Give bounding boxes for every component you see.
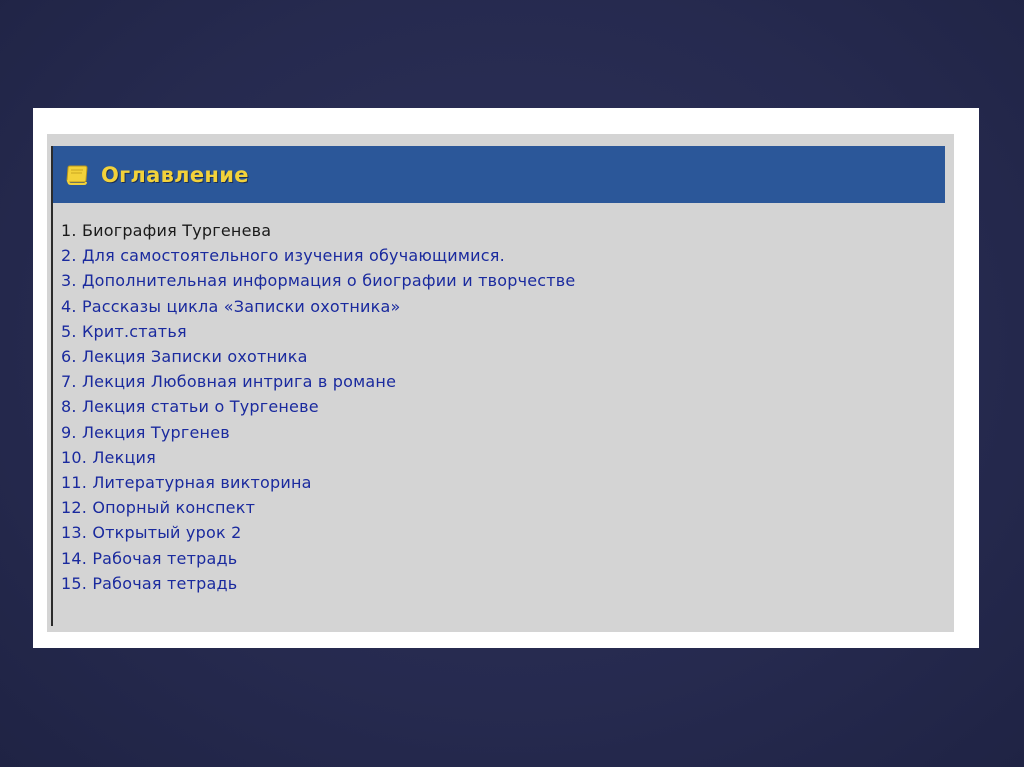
toc-item-2[interactable]: 2. Для самостоятельного изучения обучающ… [61, 243, 575, 268]
toc-title: Оглавление [101, 162, 249, 187]
toc-item-5[interactable]: 5. Крит.статья [61, 319, 575, 344]
toc-header: Оглавление [53, 146, 945, 203]
toc-item-6[interactable]: 6. Лекция Записки охотника [61, 344, 575, 369]
toc-item-9[interactable]: 9. Лекция Тургенев [61, 420, 575, 445]
toc-panel: Оглавление 1. Биография Тургенева 2. Для… [47, 134, 954, 632]
toc-item-14[interactable]: 14. Рабочая тетрадь [61, 546, 575, 571]
toc-item-8[interactable]: 8. Лекция статьи о Тургеневе [61, 394, 575, 419]
toc-item-15[interactable]: 15. Рабочая тетрадь [61, 571, 575, 596]
toc-item-12[interactable]: 12. Опорный конспект [61, 495, 575, 520]
toc-item-13[interactable]: 13. Открытый урок 2 [61, 520, 575, 545]
toc-item-1[interactable]: 1. Биография Тургенева [61, 218, 575, 243]
panel-border [51, 146, 53, 626]
slide-frame: Оглавление 1. Биография Тургенева 2. Для… [33, 108, 979, 648]
toc-list: 1. Биография Тургенева 2. Для самостояте… [61, 218, 575, 596]
toc-item-3[interactable]: 3. Дополнительная информация о биографии… [61, 268, 575, 293]
toc-item-4[interactable]: 4. Рассказы цикла «Записки охотника» [61, 294, 575, 319]
book-icon [65, 164, 89, 186]
toc-item-7[interactable]: 7. Лекция Любовная интрига в романе [61, 369, 575, 394]
toc-item-10[interactable]: 10. Лекция [61, 445, 575, 470]
toc-item-11[interactable]: 11. Литературная викторина [61, 470, 575, 495]
